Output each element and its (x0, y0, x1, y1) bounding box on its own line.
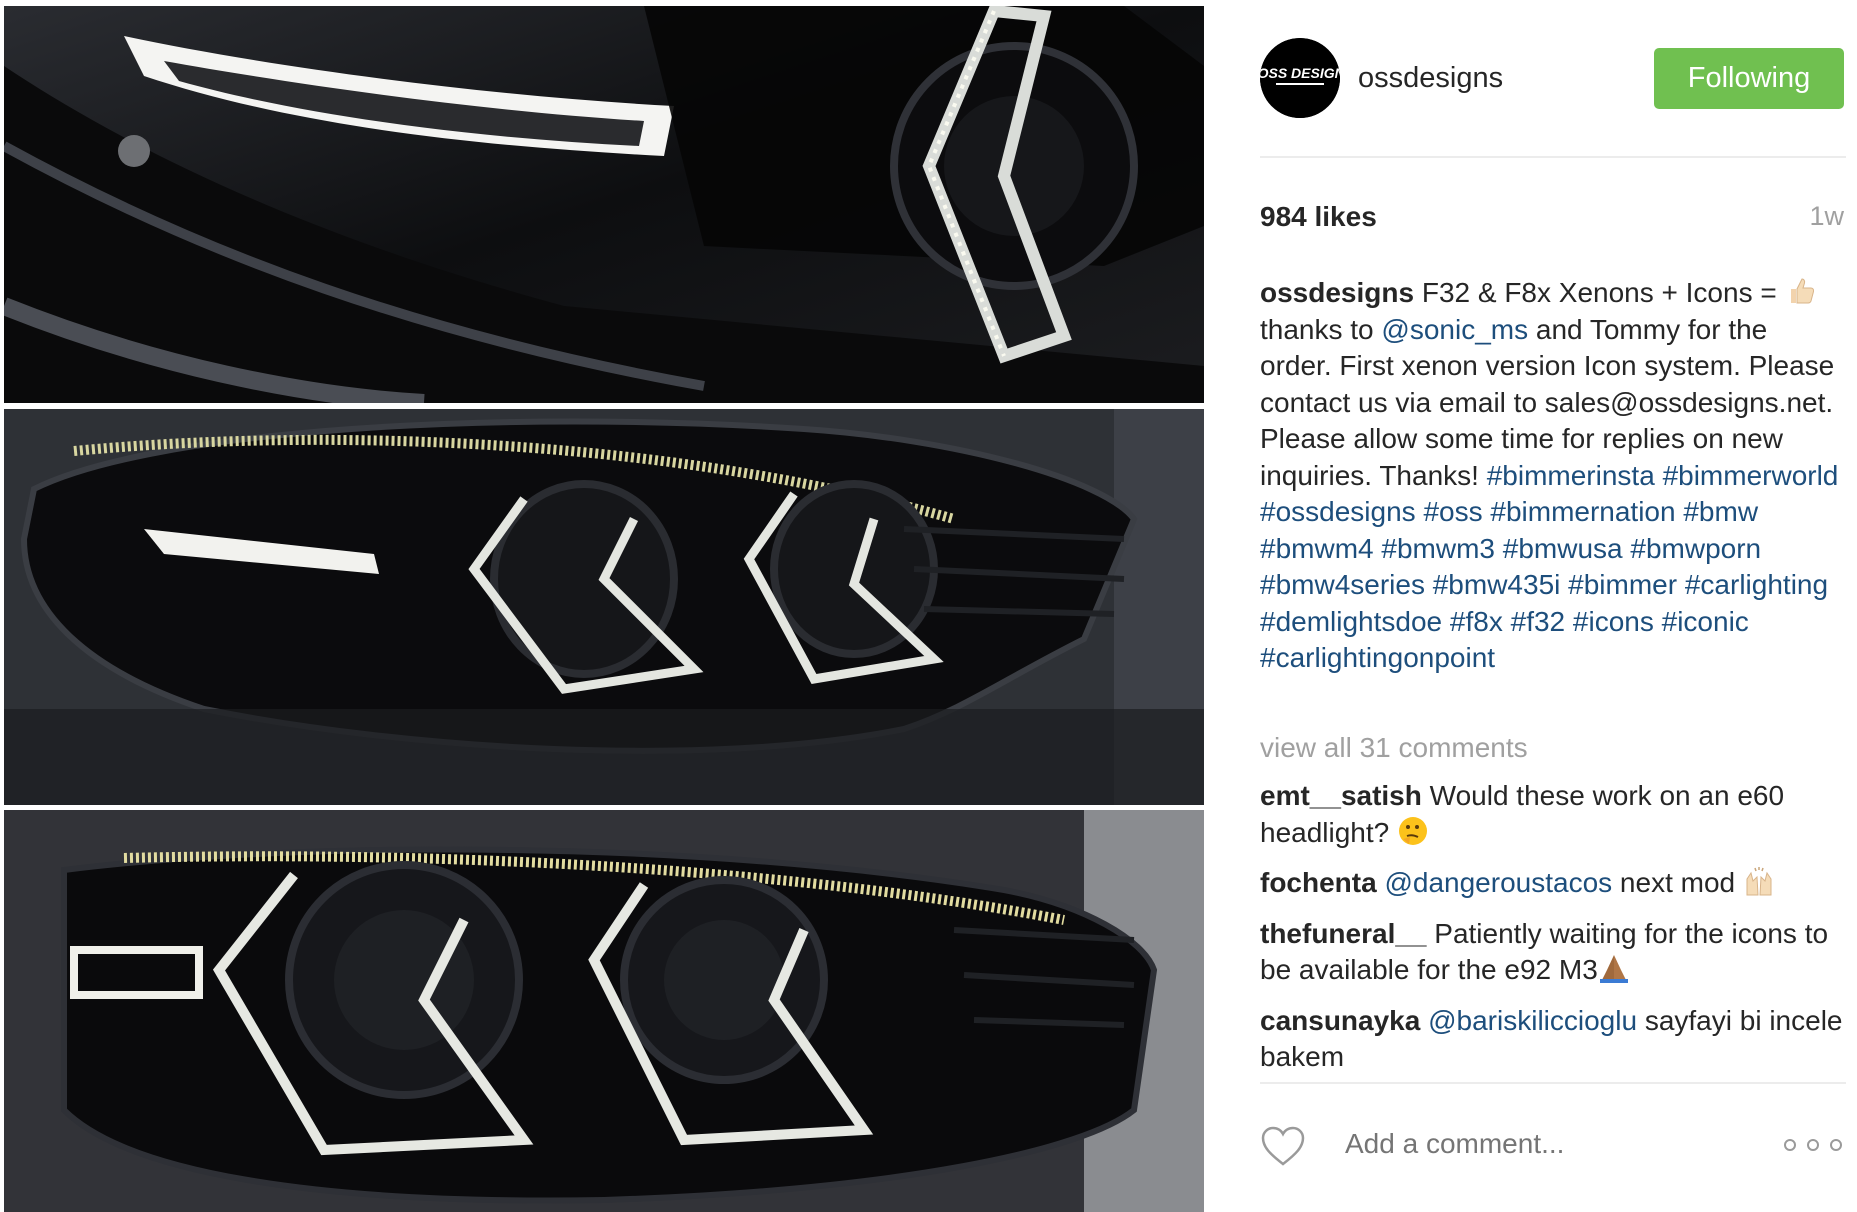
comment-username[interactable]: thefuneral__ (1260, 918, 1427, 949)
comment-username[interactable]: fochenta (1260, 867, 1377, 898)
hashtag-link[interactable]: #bmwusa (1503, 533, 1623, 564)
hashtag-link[interactable]: #bmw4series (1260, 569, 1425, 600)
comments-list: emt__satish Would these work on an e60 h… (1260, 778, 1846, 1090)
hashtag-link[interactable]: #bmwm4 (1260, 533, 1374, 564)
hashtag-link[interactable]: #bmwm3 (1381, 533, 1495, 564)
hashtag-link[interactable]: #oss (1423, 496, 1482, 527)
avatar-logo-text: ///OSS DESIGNS (1260, 65, 1340, 81)
headlight-front-photo[interactable] (4, 810, 1204, 1212)
comment-text: next mod (1612, 867, 1743, 898)
comment-item: fochenta @dangeroustacos next mod (1260, 865, 1846, 902)
praying-hands-icon (1599, 955, 1628, 983)
comment-item: thefuneral__ Patiently waiting for the i… (1260, 916, 1846, 989)
hashtag-link[interactable]: #bimmerworld (1663, 460, 1839, 491)
hashtag-link[interactable]: #bmw435i (1433, 569, 1561, 600)
header-divider (1260, 156, 1846, 158)
comment-mention[interactable]: @dangeroustacos (1384, 867, 1612, 898)
hashtag-link[interactable]: #carlighting (1685, 569, 1828, 600)
caption-text-part: thanks to (1260, 313, 1382, 345)
hashtag-link[interactable]: #ossdesigns (1260, 496, 1416, 527)
post-details-panel: ///OSS DESIGNS ossdesigns Following 984 … (1260, 0, 1846, 1197)
comment-mention[interactable]: @bariskiliccioglu (1428, 1005, 1637, 1036)
hashtag-link[interactable]: #bimmer (1568, 569, 1677, 600)
headlight-closeup-photo[interactable] (4, 6, 1204, 403)
hashtag-link[interactable]: #carlightingonpoint (1260, 642, 1495, 673)
caption-mention[interactable]: @sonic_ms (1381, 314, 1528, 345)
headlight-side-photo[interactable] (4, 409, 1204, 805)
add-comment-input[interactable] (1345, 1128, 1745, 1160)
comment-item: emt__satish Would these work on an e60 h… (1260, 778, 1846, 851)
hashtag-link[interactable]: #bimmerinsta (1487, 460, 1655, 491)
following-button[interactable]: Following (1654, 48, 1844, 109)
caption-text-part: F32 & F8x Xenons + Icons = (1414, 277, 1785, 308)
oss-designs-logo-icon[interactable]: ///OSS DESIGNS (1260, 38, 1340, 118)
comment-item: cansunayka @bariskiliccioglu sayfayi bi … (1260, 1003, 1846, 1076)
post-footer (1260, 1118, 1846, 1184)
hashtag-link[interactable]: #f32 (1511, 606, 1566, 637)
comment-username[interactable]: emt__satish (1260, 780, 1422, 811)
hashtag-link[interactable]: #f8x (1450, 606, 1503, 637)
thinking-face-icon (1399, 816, 1428, 845)
raised-hands-icon (1746, 867, 1772, 896)
caption-username[interactable]: ossdesigns (1260, 277, 1414, 308)
post-username[interactable]: ossdesigns (1358, 62, 1503, 95)
likes-count[interactable]: 984 likes (1260, 201, 1377, 233)
footer-divider (1260, 1082, 1846, 1084)
post-caption: ossdesigns F32 & F8x Xenons + Icons = th… (1260, 275, 1846, 677)
thumbs-up-icon (1790, 278, 1814, 304)
comment-username[interactable]: cansunayka (1260, 1005, 1420, 1036)
post-timestamp[interactable]: 1w (1809, 201, 1844, 232)
post-header: ///OSS DESIGNS ossdesigns Following (1260, 38, 1846, 118)
post-media[interactable] (0, 0, 1208, 1212)
hashtag-link[interactable]: #bmwporn (1630, 533, 1761, 564)
hashtag-link[interactable]: #bmw (1683, 496, 1758, 527)
more-options-icon[interactable] (1782, 1138, 1844, 1152)
heart-outline-icon[interactable] (1260, 1124, 1306, 1170)
hashtag-link[interactable]: #demlightsdoe (1260, 606, 1442, 637)
hashtag-link[interactable]: #icons (1573, 606, 1654, 637)
view-all-comments-link[interactable]: view all 31 comments (1260, 732, 1528, 764)
hashtag-link[interactable]: #bimmernation (1490, 496, 1675, 527)
hashtag-link[interactable]: #iconic (1662, 606, 1749, 637)
